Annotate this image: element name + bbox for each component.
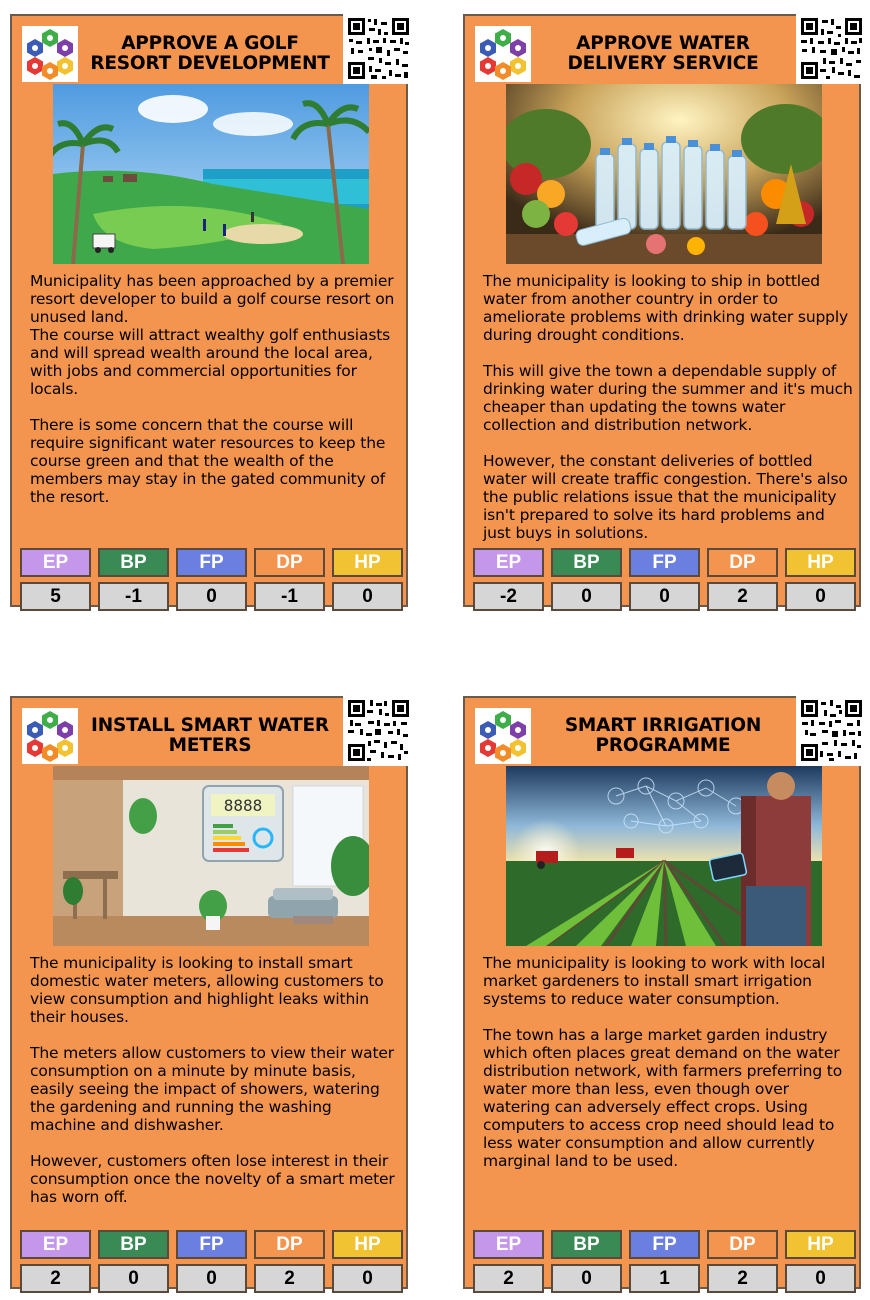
stat-label-ep: EP bbox=[473, 1230, 544, 1259]
card: APPROVE A GOLF RESORT DEVELOPMENT Munici… bbox=[10, 14, 414, 611]
stat-label-fp: FP bbox=[176, 1230, 247, 1259]
card-description: The municipality is looking to work with… bbox=[483, 954, 853, 1188]
description-paragraph: However, customers often lose interest i… bbox=[30, 1152, 395, 1206]
card-title: APPROVE A GOLF RESORT DEVELOPMENT bbox=[90, 33, 330, 74]
stat-label-bp: BP bbox=[551, 548, 622, 577]
description-paragraph: There is some concern that the course wi… bbox=[30, 416, 386, 506]
stat-label-fp: FP bbox=[176, 548, 247, 577]
stat-value-ep: 5 bbox=[20, 582, 91, 611]
stat-label-bp: BP bbox=[98, 1230, 169, 1259]
game-logo-icon bbox=[22, 708, 78, 764]
bottled-water-and-fruit-photo bbox=[506, 84, 822, 264]
card: INSTALL SMART WATER METERS 8888 The muni… bbox=[10, 696, 414, 1293]
card-title: SMART IRRIGATION PROGRAMME bbox=[564, 715, 762, 756]
description-paragraph: This will give the town a dependable sup… bbox=[483, 362, 853, 434]
stat-label-dp: DP bbox=[254, 548, 325, 577]
qr-code[interactable] bbox=[796, 696, 867, 766]
card-title: INSTALL SMART WATER METERS bbox=[91, 715, 329, 756]
stat-label-dp: DP bbox=[707, 1230, 778, 1259]
svg-text:8888: 8888 bbox=[224, 796, 263, 815]
stat-value-ep: 2 bbox=[20, 1264, 91, 1293]
description-paragraph: The meters allow customers to view their… bbox=[30, 1044, 394, 1134]
description-paragraph: The town has a large market garden indus… bbox=[483, 1026, 843, 1170]
stat-label-hp: HP bbox=[785, 1230, 856, 1259]
stat-value-ep: 2 bbox=[473, 1264, 544, 1293]
description-paragraph: The municipality is looking to ship in b… bbox=[483, 272, 849, 344]
qr-code[interactable] bbox=[796, 14, 867, 84]
description-paragraph: However, the constant deliveries of bott… bbox=[483, 452, 848, 542]
stat-value-hp: 0 bbox=[785, 582, 856, 611]
card-title: APPROVE WATER DELIVERY SERVICE bbox=[567, 33, 759, 74]
stat-value-hp: 0 bbox=[332, 1264, 403, 1293]
stat-value-dp: 2 bbox=[707, 1264, 778, 1293]
stat-label-hp: HP bbox=[332, 548, 403, 577]
stat-label-fp: FP bbox=[629, 548, 700, 577]
smart-irrigation-field-photo bbox=[506, 766, 822, 946]
card: APPROVE WATER DELIVERY SERVICE The munic… bbox=[463, 14, 867, 611]
card: SMART IRRIGATION PROGRAMME The municipal… bbox=[463, 696, 867, 1293]
stat-value-fp: 1 bbox=[629, 1264, 700, 1293]
stat-value-bp: 0 bbox=[551, 582, 622, 611]
qr-code[interactable] bbox=[343, 14, 414, 84]
game-logo-icon bbox=[475, 708, 531, 764]
stat-label-ep: EP bbox=[20, 548, 91, 577]
stat-value-bp: 0 bbox=[98, 1264, 169, 1293]
stat-label-ep: EP bbox=[20, 1230, 91, 1259]
stat-value-dp: -1 bbox=[254, 582, 325, 611]
stat-value-dp: 2 bbox=[707, 582, 778, 611]
stat-value-hp: 0 bbox=[332, 582, 403, 611]
golf-resort-photo bbox=[53, 84, 369, 264]
qr-code[interactable] bbox=[343, 696, 414, 766]
stat-label-bp: BP bbox=[98, 548, 169, 577]
game-logo-icon bbox=[22, 26, 78, 82]
stat-value-fp: 0 bbox=[176, 582, 247, 611]
game-logo-icon bbox=[475, 26, 531, 82]
card-description: The municipality is looking to install s… bbox=[30, 954, 400, 1224]
stat-label-dp: DP bbox=[254, 1230, 325, 1259]
stat-value-ep: -2 bbox=[473, 582, 544, 611]
description-paragraph: The municipality is looking to work with… bbox=[483, 954, 826, 1008]
stat-value-hp: 0 bbox=[785, 1264, 856, 1293]
stat-value-fp: 0 bbox=[176, 1264, 247, 1293]
description-paragraph: Municipality has been approached by a pr… bbox=[30, 272, 395, 398]
stat-value-bp: -1 bbox=[98, 582, 169, 611]
description-paragraph: The municipality is looking to install s… bbox=[30, 954, 384, 1026]
stat-label-dp: DP bbox=[707, 548, 778, 577]
stat-label-hp: HP bbox=[785, 548, 856, 577]
card-description: The municipality is looking to ship in b… bbox=[483, 272, 853, 560]
stat-value-bp: 0 bbox=[551, 1264, 622, 1293]
stat-label-ep: EP bbox=[473, 548, 544, 577]
card-description: Municipality has been approached by a pr… bbox=[30, 272, 400, 524]
stat-label-fp: FP bbox=[629, 1230, 700, 1259]
smart-meter-home-photo: 8888 bbox=[53, 766, 369, 946]
stat-label-bp: BP bbox=[551, 1230, 622, 1259]
stat-value-dp: 2 bbox=[254, 1264, 325, 1293]
stat-label-hp: HP bbox=[332, 1230, 403, 1259]
stat-value-fp: 0 bbox=[629, 582, 700, 611]
